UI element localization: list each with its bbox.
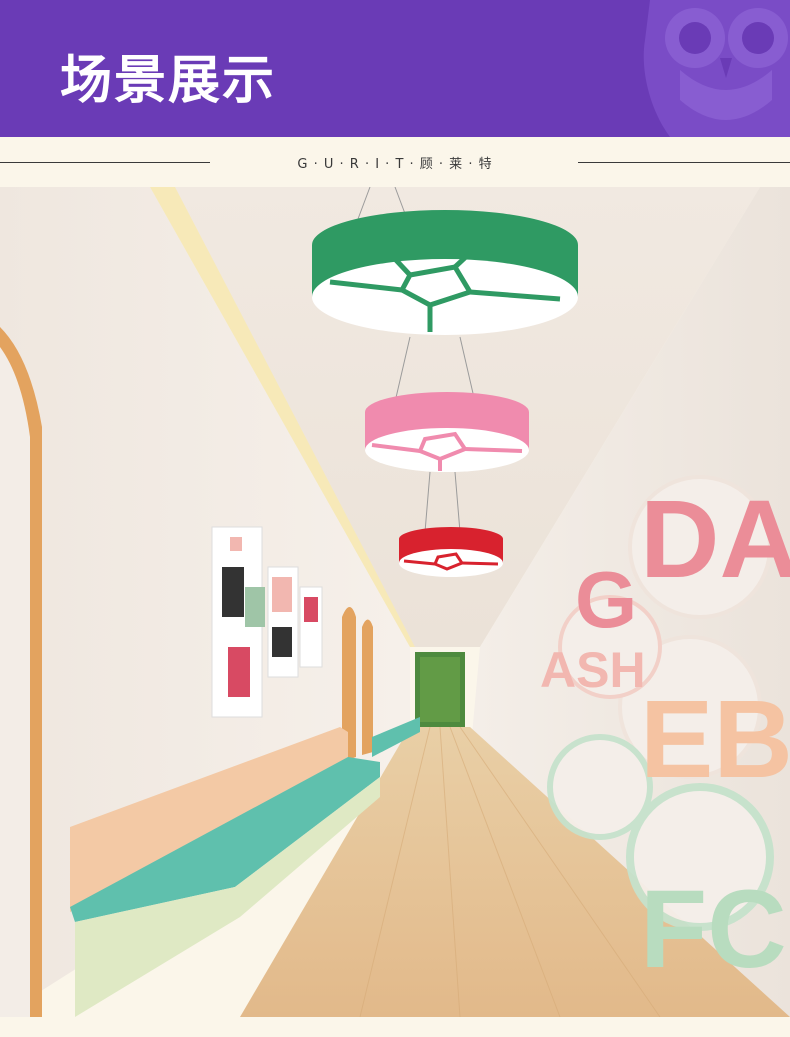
page-title: 场景展示 [60,51,277,111]
divider-left [0,162,210,163]
football-pendant-lamp-icon [399,527,503,577]
decor-letter: ASH [540,642,646,698]
football-pendant-lamp-icon [312,210,578,335]
brand-strip: G · U · R · I · T · 顾 · 莱 · 特 [0,137,790,187]
decor-letter: DA [640,478,790,601]
divider-right [578,162,790,163]
brand-name: G · U · R · I · T · 顾 · 莱 · 特 [297,157,493,172]
owl-icon [643,0,790,137]
football-pendant-lamp-icon [365,392,529,472]
bottom-strip [0,1017,790,1037]
decor-letter: G [575,555,637,644]
decor-letter: FC [640,868,787,991]
corridor-photo: DA EB FC G ASH [0,187,790,1017]
decor-letter: EB [640,678,790,801]
header-banner: 场景展示 [0,0,790,137]
